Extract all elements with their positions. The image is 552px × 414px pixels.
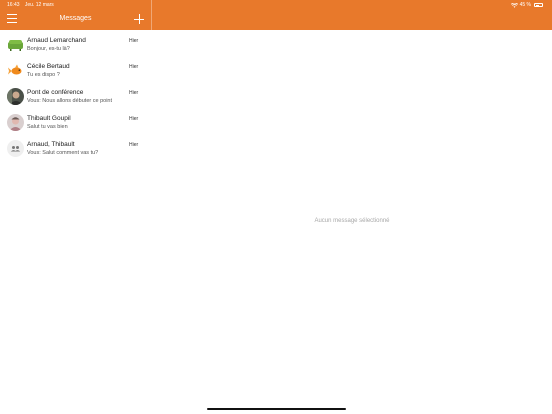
wifi-icon: [510, 2, 518, 8]
conversation-item[interactable]: Arnaud, Thibault Vous: Salut comment vas…: [0, 137, 151, 162]
status-time: 16:43: [7, 2, 20, 8]
status-bar-right: 45 %: [510, 2, 543, 8]
conversation-time: Hier: [129, 116, 139, 122]
conversation-name: Arnaud Lemarchand: [27, 37, 86, 44]
couch-photo-avatar: [7, 36, 24, 53]
person-photo-avatar: [7, 114, 24, 131]
conversation-preview: Vous: Salut comment vas tu?: [27, 150, 99, 156]
conversation-time: Hier: [129, 90, 139, 96]
conversation-item[interactable]: Cécile Bertaud Tu es dispo ? Hier: [0, 59, 151, 84]
empty-state-text: Aucun message sélectionné: [314, 218, 390, 224]
conversation-item[interactable]: Arnaud Lemarchand Bonjour, es-tu là? Hie…: [0, 33, 151, 58]
conversation-time: Hier: [129, 38, 139, 44]
conversation-item[interactable]: Pont de conférence Vous: Nous allons déb…: [0, 85, 151, 110]
conversation-preview: Tu es dispo ?: [27, 72, 60, 78]
conversation-time: Hier: [129, 64, 139, 70]
new-message-button[interactable]: [134, 14, 144, 24]
status-date: Jeu. 12 mars: [24, 2, 54, 8]
status-bar-left: 16:43 Jeu. 12 mars: [7, 2, 58, 8]
conversation-name: Cécile Bertaud: [27, 63, 70, 70]
conversation-name: Thibault Goupil: [27, 115, 71, 122]
battery-percent: 45 %: [519, 2, 531, 8]
conversation-item[interactable]: Thibault Goupil Salut tu vas bien Hier: [0, 111, 151, 136]
pane-divider: [151, 0, 152, 30]
conversation-time: Hier: [129, 142, 139, 148]
conversation-preview: Bonjour, es-tu là?: [27, 46, 70, 52]
conversation-name: Pont de conférence: [27, 89, 84, 96]
conversation-preview: Salut tu vas bien: [27, 124, 68, 130]
page-title: Messages: [59, 15, 92, 22]
battery-icon: [534, 3, 543, 7]
group-icon: [7, 140, 24, 157]
goldfish-photo-avatar: [7, 62, 24, 79]
top-bar: 16:43 Jeu. 12 mars 45 % Messages: [0, 0, 552, 30]
person-photo-avatar: [7, 88, 24, 105]
conversation-name: Arnaud, Thibault: [27, 141, 75, 148]
battery-level: [535, 4, 539, 6]
conversation-preview: Vous: Nous allons débuter ce point: [27, 98, 113, 104]
home-indicator[interactable]: [207, 408, 346, 410]
